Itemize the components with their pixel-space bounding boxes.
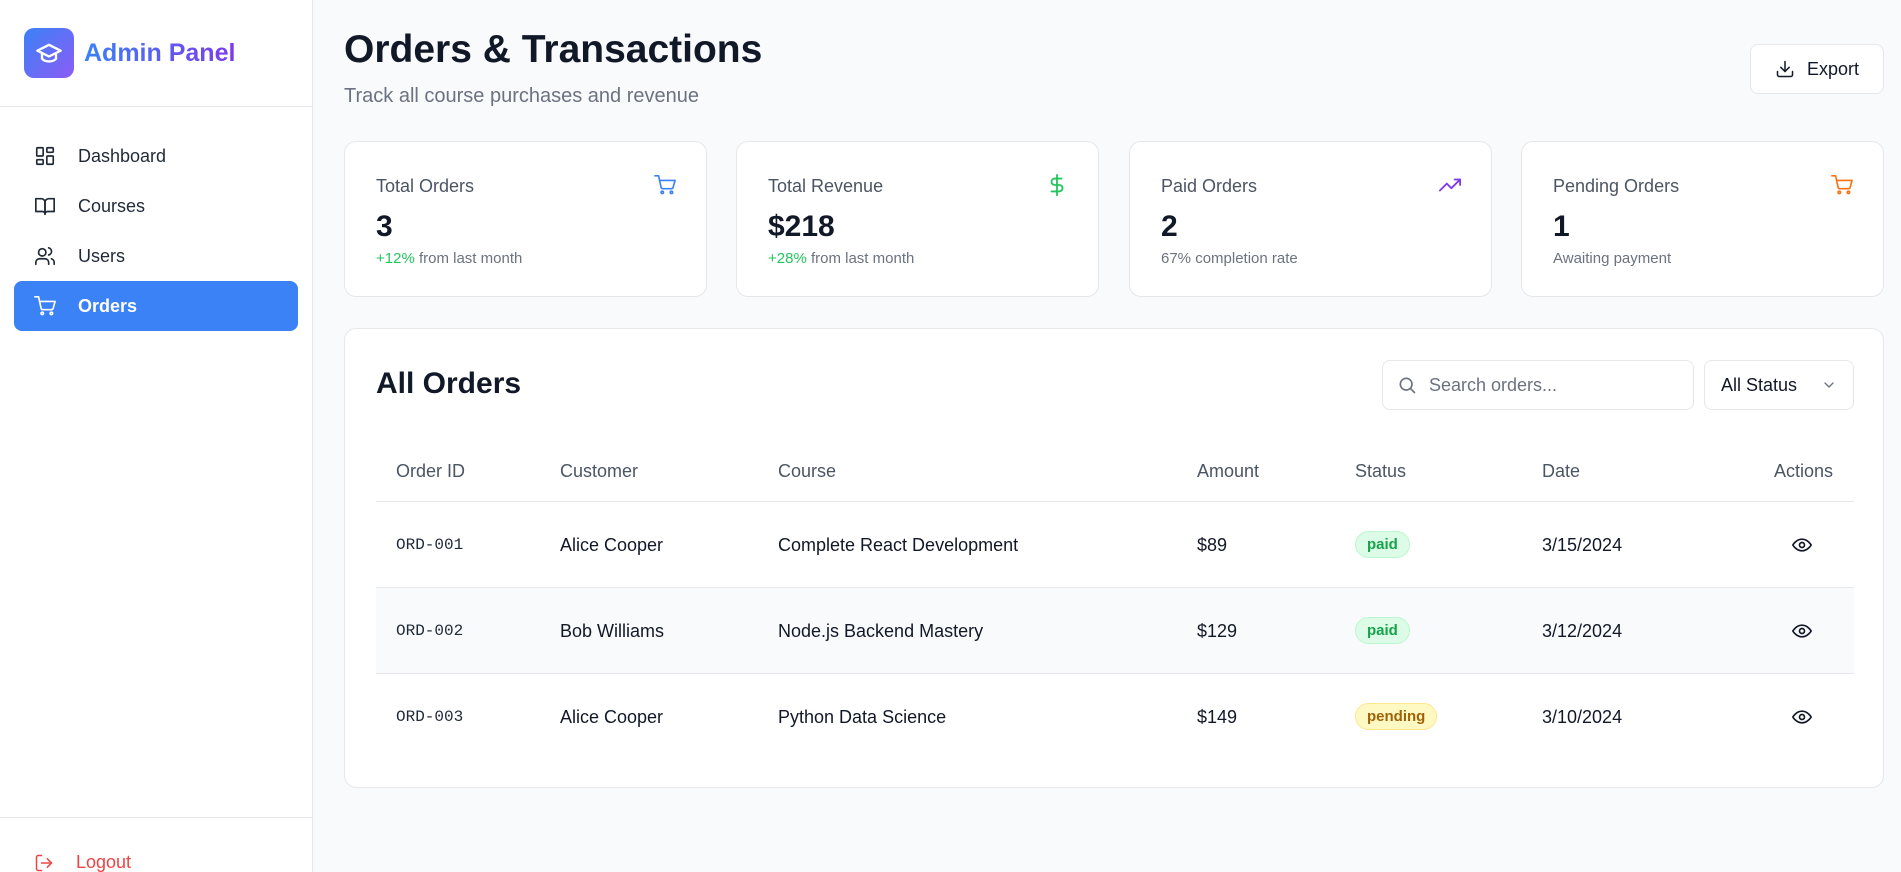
shopping-cart-icon bbox=[654, 175, 676, 195]
customer-name: Alice Cooper bbox=[560, 535, 664, 555]
sidebar-item-label: Courses bbox=[78, 195, 146, 216]
stat-value: 3 bbox=[376, 210, 393, 243]
sidebar-item-label: Users bbox=[78, 245, 126, 266]
view-order-button[interactable] bbox=[1790, 705, 1814, 729]
status-badge: paid bbox=[1355, 617, 1410, 644]
course-name: Python Data Science bbox=[778, 707, 947, 727]
stat-label: Pending Orders bbox=[1553, 176, 1680, 196]
column-header-amount: Amount bbox=[1197, 461, 1260, 481]
order-id: ORD-003 bbox=[396, 708, 464, 726]
stat-card-total-revenue: Total Revenue $218 +28% from last month bbox=[736, 141, 1099, 297]
page-subtitle: Track all course purchases and revenue bbox=[344, 85, 699, 107]
stat-card-pending-orders: Pending Orders 1 Awaiting payment bbox=[1521, 141, 1884, 297]
order-id: ORD-002 bbox=[396, 622, 464, 640]
status-filter-select[interactable]: All Status bbox=[1704, 360, 1854, 410]
customer-name: Bob Williams bbox=[560, 621, 665, 641]
column-header-customer: Customer bbox=[560, 461, 639, 481]
sidebar-item-label: Dashboard bbox=[78, 145, 167, 166]
stat-label: Total Orders bbox=[376, 176, 475, 196]
column-header-actions: Actions bbox=[1774, 461, 1834, 481]
sidebar-footer: Logout bbox=[0, 817, 313, 872]
users-icon bbox=[35, 247, 55, 266]
eye-icon bbox=[1792, 710, 1812, 724]
sidebar-nav: Dashboard Courses Users Orders bbox=[0, 107, 312, 331]
stat-sub: Awaiting payment bbox=[1553, 250, 1672, 267]
stat-sub: 67% completion rate bbox=[1161, 250, 1298, 267]
shopping-cart-icon bbox=[34, 296, 56, 316]
stat-card-total-orders: Total Orders 3 +12% from last month bbox=[344, 141, 707, 297]
column-header-status: Status bbox=[1355, 461, 1407, 481]
stat-card-paid-orders: Paid Orders 2 67% completion rate bbox=[1129, 141, 1492, 297]
stat-sub-text: from last month bbox=[414, 250, 523, 267]
logout-icon bbox=[35, 854, 53, 871]
stat-change: +12% bbox=[376, 250, 415, 267]
course-name: Node.js Backend Mastery bbox=[778, 621, 984, 641]
column-header-date: Date bbox=[1542, 461, 1581, 481]
status-badge: paid bbox=[1355, 531, 1410, 558]
trending-up-icon bbox=[1439, 178, 1461, 192]
order-date: 3/12/2024 bbox=[1542, 621, 1623, 641]
graduation-cap-icon[interactable] bbox=[24, 28, 74, 78]
view-order-button[interactable] bbox=[1790, 533, 1814, 557]
stats-row: Total Orders 3 +12% from last month Tota… bbox=[344, 141, 1884, 297]
order-amount: $129 bbox=[1197, 621, 1238, 641]
eye-icon bbox=[1792, 624, 1812, 638]
orders-title: All Orders bbox=[376, 367, 522, 400]
orders-table: Order ID Customer Course Amount Status D… bbox=[376, 437, 1854, 760]
search-box bbox=[1382, 360, 1694, 410]
order-id: ORD-001 bbox=[396, 536, 464, 554]
sidebar: Admin Panel Dashboard Courses Users Orde… bbox=[0, 0, 313, 872]
chevron-down-icon bbox=[1824, 382, 1834, 388]
sidebar-item-label: Orders bbox=[78, 295, 138, 316]
dollar-sign-icon bbox=[1050, 174, 1064, 196]
stat-label: Paid Orders bbox=[1161, 176, 1258, 196]
stat-value: $218 bbox=[768, 210, 835, 243]
stat-value: 2 bbox=[1161, 210, 1178, 243]
order-date: 3/10/2024 bbox=[1542, 707, 1623, 727]
column-header-course: Course bbox=[778, 461, 837, 481]
table-header: Order ID Customer Course Amount Status D… bbox=[376, 437, 1854, 502]
stat-sub-text: from last month bbox=[806, 250, 915, 267]
search-icon bbox=[1399, 377, 1416, 394]
stat-label: Total Revenue bbox=[768, 176, 884, 196]
export-button[interactable]: Export bbox=[1750, 44, 1884, 94]
column-header-order-id: Order ID bbox=[396, 461, 466, 481]
status-badge: pending bbox=[1355, 703, 1438, 730]
stat-change: +28% bbox=[768, 250, 807, 267]
search-input[interactable] bbox=[1429, 374, 1669, 396]
page-title: Orders & Transactions bbox=[344, 28, 763, 71]
order-amount: $149 bbox=[1197, 707, 1238, 727]
eye-icon bbox=[1792, 538, 1812, 552]
dashboard-grid-icon bbox=[35, 146, 55, 166]
sidebar-item-courses[interactable]: Courses bbox=[14, 181, 298, 231]
book-open-icon bbox=[35, 197, 55, 216]
view-order-button[interactable] bbox=[1790, 619, 1814, 643]
order-date: 3/15/2024 bbox=[1542, 535, 1623, 555]
download-icon bbox=[1776, 60, 1794, 78]
stat-value: 1 bbox=[1553, 210, 1570, 243]
table-row: ORD-002 Bob Williams Node.js Backend Mas… bbox=[376, 588, 1854, 674]
table-row: ORD-003 Alice Cooper Python Data Science… bbox=[376, 674, 1854, 760]
stat-sub: +28% from last month bbox=[768, 250, 914, 267]
sidebar-item-users[interactable]: Users bbox=[14, 231, 298, 281]
customer-name: Alice Cooper bbox=[560, 707, 664, 727]
shopping-cart-icon bbox=[1831, 175, 1853, 195]
orders-card: All Orders All Status Order ID Customer … bbox=[344, 328, 1884, 788]
brand-title: Admin Panel bbox=[84, 38, 236, 67]
order-amount: $89 bbox=[1197, 535, 1228, 555]
sidebar-item-orders[interactable]: Orders bbox=[14, 281, 298, 331]
export-label: Export bbox=[1806, 58, 1860, 79]
stat-sub: +12% from last month bbox=[376, 250, 522, 267]
logout-label: Logout bbox=[76, 852, 132, 872]
sidebar-item-dashboard[interactable]: Dashboard bbox=[14, 131, 298, 181]
brand: Admin Panel bbox=[0, 0, 312, 107]
course-name: Complete React Development bbox=[778, 535, 1019, 555]
status-filter-value: All Status bbox=[1721, 374, 1798, 395]
table-row: ORD-001 Alice Cooper Complete React Deve… bbox=[376, 502, 1854, 588]
logout-button[interactable]: Logout bbox=[34, 852, 131, 872]
